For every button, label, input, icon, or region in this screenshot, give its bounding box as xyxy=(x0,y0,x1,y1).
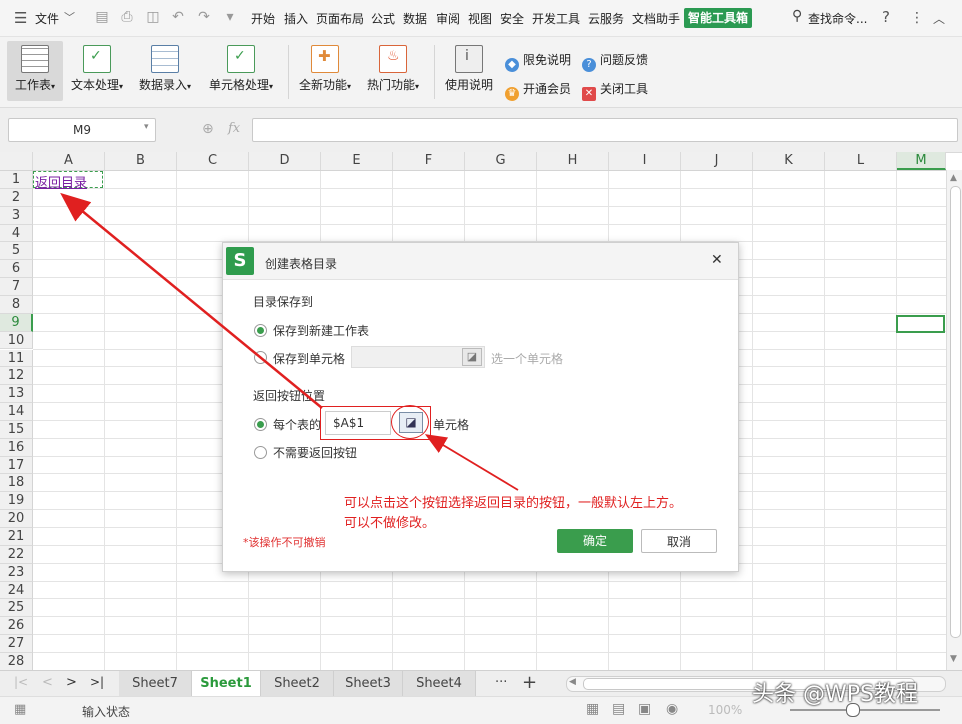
arrow-to-picker xyxy=(424,434,519,491)
watermark-text: 头条 @WPS教程 xyxy=(752,682,918,707)
arrow-to-a1 xyxy=(60,192,323,409)
annotation-arrows xyxy=(60,192,519,491)
